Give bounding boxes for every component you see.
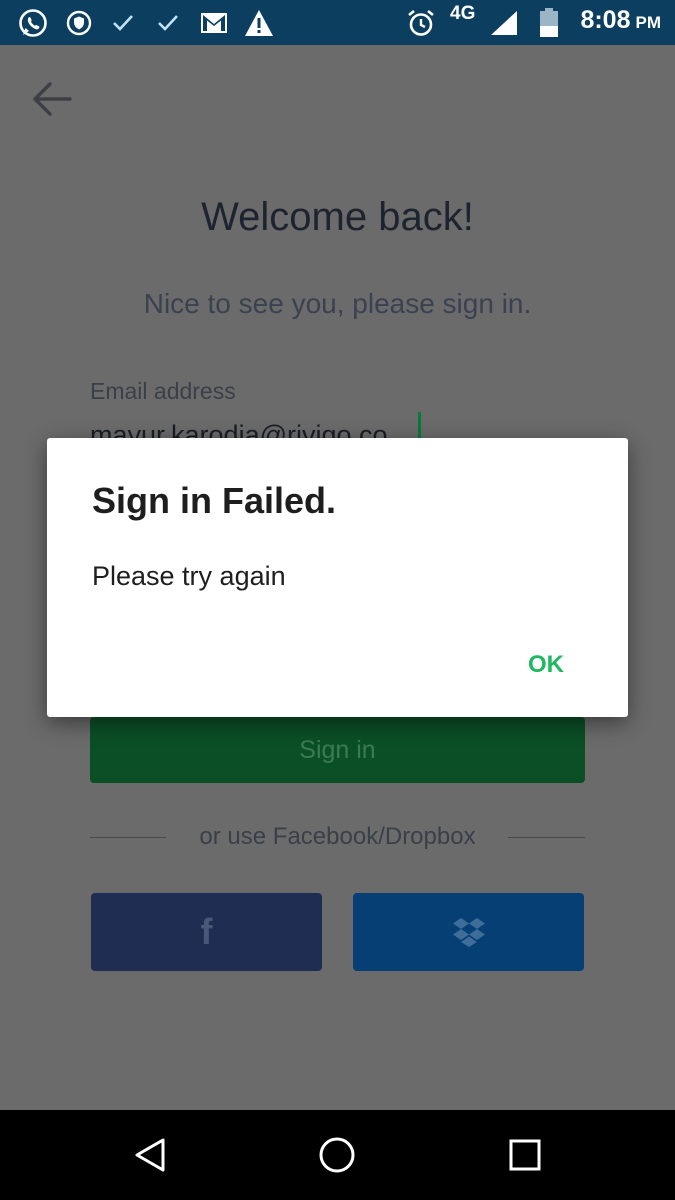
dropbox-button[interactable]	[353, 893, 584, 971]
navigation-bar	[0, 1110, 675, 1200]
status-bar: 4G 8:08 PM	[0, 0, 675, 45]
email-label: Email address	[90, 378, 236, 404]
page-subtitle: Nice to see you, please sign in.	[143, 288, 532, 319]
arrow-left-icon	[33, 82, 72, 116]
triangle-back-icon	[135, 1138, 165, 1172]
back-button[interactable]	[28, 75, 76, 123]
sign-in-button[interactable]: Sign in	[90, 717, 585, 783]
check-icon	[108, 0, 138, 45]
vpn-shield-icon	[64, 0, 94, 45]
sign-in-label: Sign in	[299, 735, 376, 764]
clock-ampm: PM	[635, 13, 662, 32]
gmail-icon	[198, 0, 230, 45]
warning-icon	[242, 0, 276, 45]
page-title: Welcome back!	[201, 195, 474, 239]
dialog-title: Sign in Failed.	[92, 480, 337, 521]
network-type: 4G	[450, 3, 476, 24]
facebook-button[interactable]: f	[91, 893, 322, 971]
nav-back-button[interactable]	[125, 1130, 175, 1180]
clock-time: 8:08	[580, 6, 631, 34]
square-recents-icon	[509, 1139, 541, 1171]
error-dialog: Sign in Failed. Please try again OK	[47, 438, 628, 717]
alarm-icon	[405, 0, 437, 45]
check-icon	[153, 0, 183, 45]
whatsapp-icon	[14, 0, 52, 45]
clock: 8:08 PM	[580, 0, 661, 45]
signal-icon	[488, 0, 520, 45]
ok-button[interactable]: OK	[528, 651, 564, 679]
dropbox-icon	[452, 918, 485, 947]
battery-icon	[536, 0, 562, 45]
dialog-message: Please try again	[92, 561, 286, 591]
divider-right	[508, 837, 585, 838]
circle-home-icon	[319, 1137, 355, 1173]
nav-home-button[interactable]	[312, 1130, 362, 1180]
facebook-icon: f	[200, 911, 213, 952]
nav-recents-button[interactable]	[500, 1130, 550, 1180]
